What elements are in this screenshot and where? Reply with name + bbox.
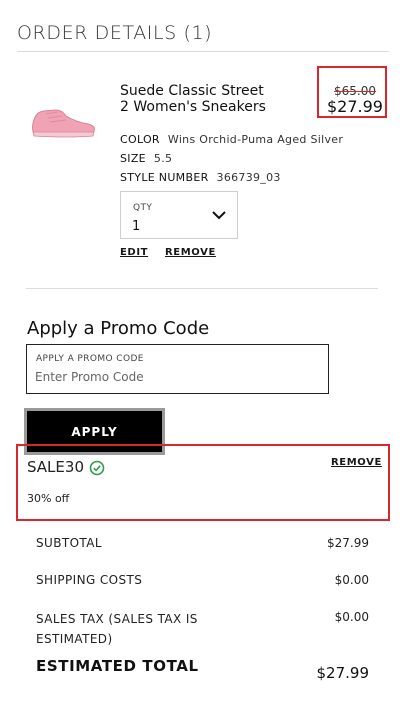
- quantity-value: 1: [132, 219, 141, 234]
- product-name[interactable]: Suede Classic Street 2 Women's Sneakers: [120, 83, 266, 115]
- edit-link[interactable]: EDIT: [120, 247, 148, 258]
- promo-field-label: APPLY A PROMO CODE: [36, 354, 144, 364]
- sales-tax-label-line1: SALES TAX (SALES TAX IS: [36, 612, 198, 626]
- estimated-total-value: $27.99: [316, 664, 370, 682]
- coupon-code: SALE30: [27, 458, 84, 476]
- original-price: $65.00: [334, 84, 376, 98]
- divider: [17, 51, 389, 52]
- applied-coupon-highlight: [16, 444, 390, 521]
- product-name-line2: 2 Women's Sneakers: [120, 99, 266, 115]
- quantity-label: QTY: [133, 203, 153, 213]
- style-label: STYLE NUMBER: [120, 171, 209, 184]
- remove-coupon-link[interactable]: REMOVE: [331, 457, 382, 468]
- subtotal-label: SUBTOTAL: [36, 536, 102, 550]
- quantity-select[interactable]: QTY 1: [120, 191, 238, 239]
- subtotal-value: $27.99: [327, 536, 369, 550]
- product-image[interactable]: [28, 98, 98, 144]
- check-circle-icon: [89, 460, 105, 476]
- shipping-label: SHIPPING COSTS: [36, 573, 143, 587]
- promo-code-field[interactable]: APPLY A PROMO CODE: [26, 344, 329, 394]
- order-details-title: ORDER DETAILS (1): [17, 22, 213, 44]
- promo-title: Apply a Promo Code: [27, 318, 210, 339]
- shipping-value: $0.00: [334, 573, 369, 587]
- sales-tax-value: $0.00: [334, 610, 369, 624]
- promo-code-input[interactable]: [35, 370, 315, 384]
- sales-tax-label-line2: ESTIMATED): [36, 632, 113, 646]
- sales-tax-label: SALES TAX (SALES TAX IS ESTIMATED): [36, 609, 198, 649]
- remove-item-link[interactable]: REMOVE: [165, 247, 216, 258]
- sale-price: $27.99: [327, 97, 383, 116]
- chevron-down-icon: [212, 211, 226, 220]
- coupon-discount: 30% off: [27, 492, 70, 505]
- divider: [26, 288, 378, 289]
- product-name-line1: Suede Classic Street: [120, 83, 264, 99]
- style-attribute: STYLE NUMBER 366739_03: [120, 171, 281, 184]
- estimated-total-label: ESTIMATED TOTAL: [36, 657, 199, 675]
- size-label: SIZE: [120, 152, 146, 165]
- color-label: COLOR: [120, 133, 160, 146]
- size-attribute: SIZE 5.5: [120, 152, 172, 165]
- size-value: 5.5: [153, 152, 173, 165]
- style-value: 366739_03: [216, 171, 281, 184]
- color-value: Wins Orchid-Puma Aged Silver: [167, 133, 344, 146]
- color-attribute: COLOR Wins Orchid-Puma Aged Silver: [120, 133, 343, 146]
- pink-sneaker-icon: [32, 109, 95, 138]
